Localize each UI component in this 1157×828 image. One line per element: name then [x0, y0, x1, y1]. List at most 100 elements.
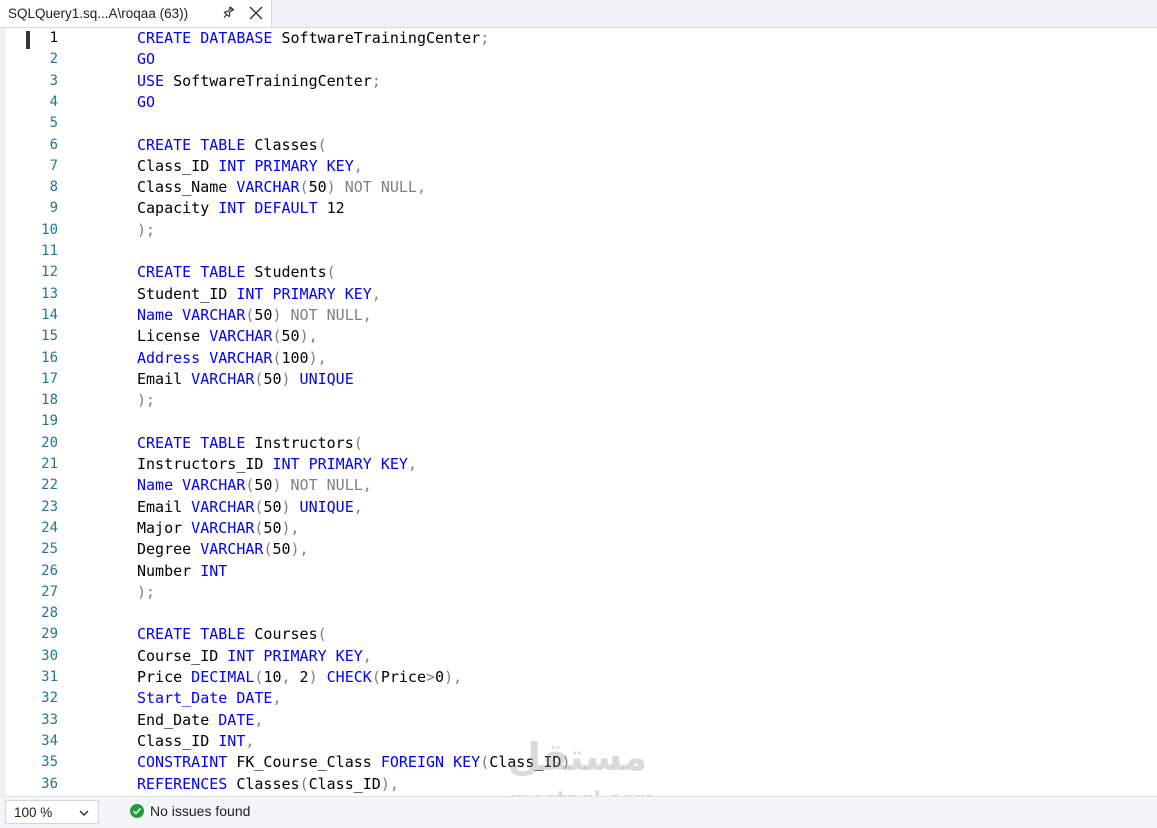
pin-icon[interactable] [219, 4, 237, 22]
line-number: 7 [49, 157, 58, 174]
code-line[interactable]: 29 CREATE TABLE Courses( [0, 624, 1157, 645]
sql-operator: ), [308, 348, 327, 367]
sql-token: SoftwareTrainingCenter [272, 29, 481, 47]
sql-keyword: DATE [209, 710, 255, 729]
code-line[interactable]: 11 [0, 241, 1157, 262]
sql-token: Students [245, 263, 327, 282]
sql-keyword: INT [209, 731, 246, 750]
zoom-dropdown[interactable]: 100 % [5, 800, 99, 824]
code-line[interactable]: 18); [0, 390, 1157, 411]
code-line[interactable]: 24 Major VARCHAR(50), [0, 518, 1157, 539]
line-number: 13 [41, 285, 58, 302]
code-line[interactable]: 17 Email VARCHAR(50) UNIQUE [0, 369, 1157, 390]
code-line[interactable]: 20 CREATE TABLE Instructors( [0, 433, 1157, 454]
sql-operator: , [353, 497, 363, 516]
sql-token: Instructors_ID [137, 455, 264, 473]
code-line[interactable]: 2 GO [0, 49, 1157, 70]
code-line[interactable]: 31 Price DECIMAL(10, 2) CHECK(Price>0), [0, 667, 1157, 688]
sql-token: Course_ID [137, 646, 219, 665]
line-number: 5 [49, 115, 58, 132]
sql-operator: ; [480, 29, 490, 47]
code-line[interactable]: 30 Course_ID INT PRIMARY KEY, [0, 646, 1157, 667]
code-text: CONSTRAINT FK_Course_Class FOREIGN KEY(C… [137, 752, 571, 773]
sql-token: 10 [263, 668, 282, 686]
code-line[interactable]: 9 Capacity INT DEFAULT 12 [0, 198, 1157, 219]
code-line[interactable]: 35 CONSTRAINT FK_Course_Class FOREIGN KEY… [0, 752, 1157, 773]
code-line[interactable]: 27); [0, 582, 1157, 603]
code-line[interactable]: 5 [0, 113, 1157, 134]
sql-operator: , [362, 646, 372, 665]
sql-keyword: CREATE TABLE [137, 433, 246, 452]
sql-keyword: REFERENCES [137, 774, 228, 793]
code-line[interactable]: 1 CREATE DATABASE SoftwareTrainingCenter; [0, 28, 1157, 49]
code-text: Number INT [137, 561, 227, 582]
code-line[interactable]: 23 Email VARCHAR(50) UNIQUE, [0, 497, 1157, 518]
line-number: 28 [41, 605, 58, 622]
document-tab[interactable]: SQLQuery1.sq...A\roqaa (63)) [0, 0, 272, 27]
line-number: 2 [49, 51, 58, 68]
issues-indicator[interactable]: No issues found [130, 803, 250, 819]
code-line[interactable]: 32 Start_Date DATE, [0, 688, 1157, 709]
code-text: CREATE TABLE Classes( [137, 135, 327, 156]
code-line[interactable]: 28 [0, 603, 1157, 624]
code-text: Student_ID INT PRIMARY KEY, [137, 284, 381, 305]
code-text: Address VARCHAR(100), [137, 348, 327, 369]
sql-editor[interactable]: 1 CREATE DATABASE SoftwareTrainingCenter;… [0, 28, 1157, 796]
code-line[interactable]: 34 Class_ID INT, [0, 731, 1157, 752]
code-line[interactable]: 33 End_Date DATE, [0, 710, 1157, 731]
sql-token: Class_ID [137, 731, 210, 750]
sql-token: Email [137, 369, 183, 388]
line-number: 33 [41, 711, 58, 728]
code-text: Course_ID INT PRIMARY KEY, [137, 646, 372, 667]
sql-keyword: UNIQUE [290, 497, 354, 516]
sql-token: 50 [308, 178, 327, 197]
code-line[interactable]: 12 CREATE TABLE Students( [0, 262, 1157, 283]
sql-keyword: INT PRIMARY KEY [209, 156, 354, 175]
sql-keyword: INT PRIMARY KEY [263, 455, 408, 473]
sql-token: 50 [254, 476, 273, 495]
close-icon[interactable] [247, 4, 265, 22]
sql-operator: ) NOT NULL, [272, 305, 372, 324]
code-line[interactable]: 14 Name VARCHAR(50) NOT NULL, [0, 305, 1157, 326]
code-line[interactable]: 13 Student_ID INT PRIMARY KEY, [0, 284, 1157, 305]
sql-token: 50 [254, 305, 273, 324]
sql-operator: ( [317, 625, 327, 644]
code-line[interactable]: 36 REFERENCES Classes(Class_ID), [0, 774, 1157, 795]
line-number: 21 [41, 456, 58, 472]
code-line[interactable]: 8 Class_Name VARCHAR(50) NOT NULL, [0, 177, 1157, 198]
code-line[interactable]: 3 USE SoftwareTrainingCenter; [0, 71, 1157, 92]
sql-token: Student_ID [137, 284, 228, 303]
code-text: ); [137, 220, 155, 241]
sql-keyword: Name VARCHAR [137, 476, 246, 495]
line-number: 10 [41, 221, 58, 238]
code-text: CREATE TABLE Instructors( [137, 433, 363, 454]
code-line[interactable]: 26 Number INT [0, 561, 1157, 582]
code-line[interactable]: 6 CREATE TABLE Classes( [0, 135, 1157, 156]
code-line[interactable]: 19 [0, 411, 1157, 432]
sql-token: 12 [317, 199, 345, 218]
code-line[interactable]: 4 GO [0, 92, 1157, 113]
sql-keyword: VARCHAR [182, 369, 255, 388]
code-line[interactable]: 10); [0, 220, 1157, 241]
line-number: 19 [41, 413, 58, 430]
code-line[interactable]: 16 Address VARCHAR(100), [0, 348, 1157, 369]
sql-token: FK_Course_Class [227, 753, 372, 772]
line-number: 16 [41, 349, 58, 366]
sql-token: Classes [245, 135, 318, 154]
sql-token: 50 [263, 518, 282, 537]
line-number: 25 [41, 541, 58, 558]
line-number: 6 [49, 136, 58, 153]
code-line[interactable]: 7 Class_ID INT PRIMARY KEY, [0, 156, 1157, 177]
sql-operator: , [245, 731, 255, 750]
sql-token: Classes [227, 774, 300, 793]
sql-operator: ( [299, 774, 309, 793]
code-text: License VARCHAR(50), [137, 326, 318, 347]
code-text: CREATE TABLE Courses( [137, 624, 327, 645]
code-line[interactable]: 22 Name VARCHAR(50) NOT NULL, [0, 475, 1157, 496]
code-line[interactable]: 15 License VARCHAR(50), [0, 326, 1157, 347]
code-line[interactable]: 25 Degree VARCHAR(50), [0, 539, 1157, 560]
line-number: 15 [41, 328, 58, 345]
code-line[interactable]: 21 Instructors_ID INT PRIMARY KEY, [0, 454, 1157, 475]
line-number: 35 [41, 754, 58, 771]
sql-operator: ), [299, 327, 318, 346]
